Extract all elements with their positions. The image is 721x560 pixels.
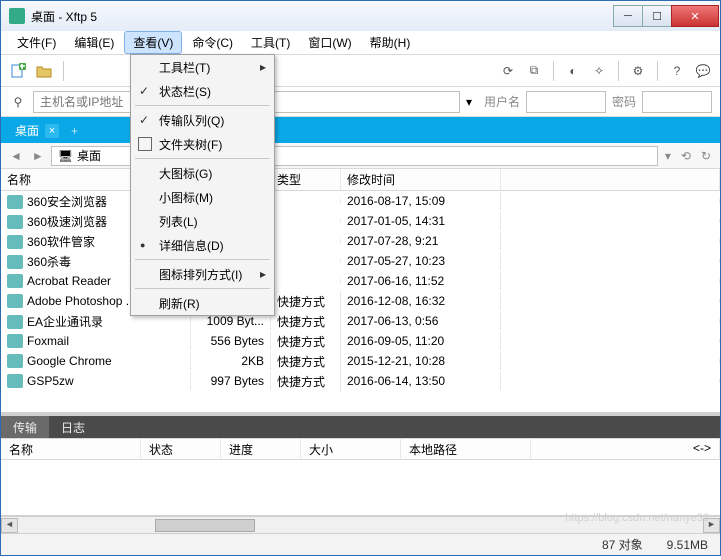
table-row[interactable]: 360软件管家2017-07-28, 9:21 [1,231,720,251]
tcol-progress[interactable]: 进度 [221,439,301,459]
tab-log[interactable]: 日志 [49,416,97,439]
scroll-thumb[interactable] [155,519,255,532]
pass-label: 密码 [612,93,636,110]
path-label: 桌面 [77,147,101,164]
tcol-size[interactable]: 大小 [301,439,401,459]
gear-icon[interactable]: ⚙ [629,62,647,80]
help-icon[interactable]: ? [668,62,686,80]
status-objects: 87 对象 [602,536,643,553]
session-tabs: 桌面 × + [1,117,720,143]
menu-item[interactable]: 传输队列(Q) [131,108,274,132]
forward-icon[interactable]: ► [29,149,47,163]
tab-add-icon[interactable]: + [71,124,78,138]
table-row[interactable]: 360杀毒2017-05-27, 10:23 [1,251,720,271]
table-row[interactable]: EA企业通讯录1009 Byt...快捷方式2017-06-13, 0:56 [1,311,720,331]
star-drop-icon[interactable]: ▾ [662,149,674,163]
file-icon [7,294,23,308]
file-list[interactable]: 360安全浏览器2016-08-17, 15:09360极速浏览器2017-01… [1,191,720,412]
menu-command[interactable]: 命令(C) [184,32,241,53]
user-label: 用户名 [484,93,520,110]
copy-icon[interactable]: ⧉ [525,62,543,80]
toolbar: ⟳ ⧉ ◐ ✧ ⚙ ? 💬 [1,55,720,87]
refresh-icon[interactable]: ⟳ [499,62,517,80]
menu-view[interactable]: 查看(V) [124,31,182,54]
close-button[interactable]: ✕ [671,5,719,27]
menubar: 文件(F) 编辑(E) 查看(V) 命令(C) 工具(T) 窗口(W) 帮助(H… [1,31,720,55]
menu-file[interactable]: 文件(F) [9,32,64,53]
bottom-tabs: 传输 日志 [1,416,720,438]
user-input[interactable] [526,91,606,113]
maximize-button[interactable]: ☐ [642,5,672,27]
app-icon [9,8,25,24]
menu-window[interactable]: 窗口(W) [300,32,359,53]
scroll-left-icon[interactable]: ◄ [1,518,18,533]
table-row[interactable]: 360极速浏览器2017-01-05, 14:31 [1,211,720,231]
tcol-local[interactable]: 本地路径 [401,439,531,459]
pathbar: ◄ ► 🖥 桌面 ▾ ⟲ ↻ [1,143,720,169]
file-icon [7,315,23,329]
file-icon [7,274,23,288]
tab-close-icon[interactable]: × [45,124,59,138]
address-row: ⚲ ▾ 用户名 密码 [1,87,720,117]
table-row[interactable]: Adobe Photoshop ...844 Bytes快捷方式2016-12-… [1,291,720,311]
tcol-arrow[interactable]: <-> [531,439,720,459]
table-row[interactable]: Google Chrome2KB快捷方式2015-12-21, 10:28 [1,351,720,371]
status-size: 9.51MB [667,538,708,552]
menu-tools[interactable]: 工具(T) [243,32,298,53]
reload-icon[interactable]: ↻ [698,149,714,163]
file-icon [7,215,23,229]
file-header: 名称 大小 类型 修改时间 [1,169,720,191]
scroll-right-icon[interactable]: ► [703,518,720,533]
new-icon[interactable] [9,62,27,80]
menu-item[interactable]: 详细信息(D) [131,233,274,257]
file-icon [7,334,23,348]
menu-item[interactable]: 大图标(G) [131,161,274,185]
col-date[interactable]: 修改时间 [341,169,501,190]
menu-item[interactable]: 工具栏(T) [131,55,274,79]
file-icon [7,354,23,368]
menu-item[interactable]: 状态栏(S) [131,79,274,103]
menu-item[interactable]: 图标排列方式(I) [131,262,274,286]
compass-icon[interactable]: ✧ [590,62,608,80]
open-icon[interactable] [35,62,53,80]
menu-edit[interactable]: 编辑(E) [66,32,122,53]
folder-up-icon[interactable]: ⟲ [678,149,694,163]
menu-help[interactable]: 帮助(H) [362,32,419,53]
hscrollbar[interactable]: ◄ ► [1,516,720,533]
tcol-name[interactable]: 名称 [1,439,141,459]
table-row[interactable]: 360安全浏览器2016-08-17, 15:09 [1,191,720,211]
view-dropdown: 工具栏(T)状态栏(S) 传输队列(Q)文件夹树(F) 大图标(G)小图标(M)列表… [130,54,275,316]
tab-label: 桌面 [15,122,39,139]
transfer-body [1,460,720,516]
dropdown-icon[interactable]: ▾ [466,95,472,109]
pass-input[interactable] [642,91,712,113]
menu-item[interactable]: 文件夹树(F) [131,132,274,156]
file-icon [7,195,23,209]
tcol-status[interactable]: 状态 [141,439,221,459]
table-row[interactable]: Foxmail556 Bytes快捷方式2016-09-05, 11:20 [1,331,720,351]
plug-icon[interactable]: ⚲ [9,93,27,111]
file-icon [7,255,23,269]
window-title: 桌面 - Xftp 5 [31,8,614,25]
menu-item[interactable]: 小图标(M) [131,185,274,209]
table-row[interactable]: Acrobat Reader 2017-06-16, 11:52 [1,271,720,291]
tab-transfer[interactable]: 传输 [1,416,49,439]
globe-icon[interactable]: ◐ [564,62,582,80]
titlebar: 桌面 - Xftp 5 ─ ☐ ✕ [1,1,720,31]
chat-icon[interactable]: 💬 [694,62,712,80]
menu-item[interactable]: 刷新(R) [131,291,274,315]
file-icon [7,235,23,249]
desktop-icon: 🖥 [58,149,73,163]
menu-item[interactable]: 列表(L) [131,209,274,233]
statusbar: 87 对象 9.51MB [1,533,720,555]
file-icon [7,374,23,388]
minimize-button[interactable]: ─ [613,5,643,27]
tab-desktop[interactable]: 桌面 × + [5,118,96,143]
back-icon[interactable]: ◄ [7,149,25,163]
col-type[interactable]: 类型 [271,169,341,190]
table-row[interactable]: GSP5zw997 Bytes快捷方式2016-06-14, 13:50 [1,371,720,391]
transfer-header: 名称 状态 进度 大小 本地路径 <-> [1,438,720,460]
